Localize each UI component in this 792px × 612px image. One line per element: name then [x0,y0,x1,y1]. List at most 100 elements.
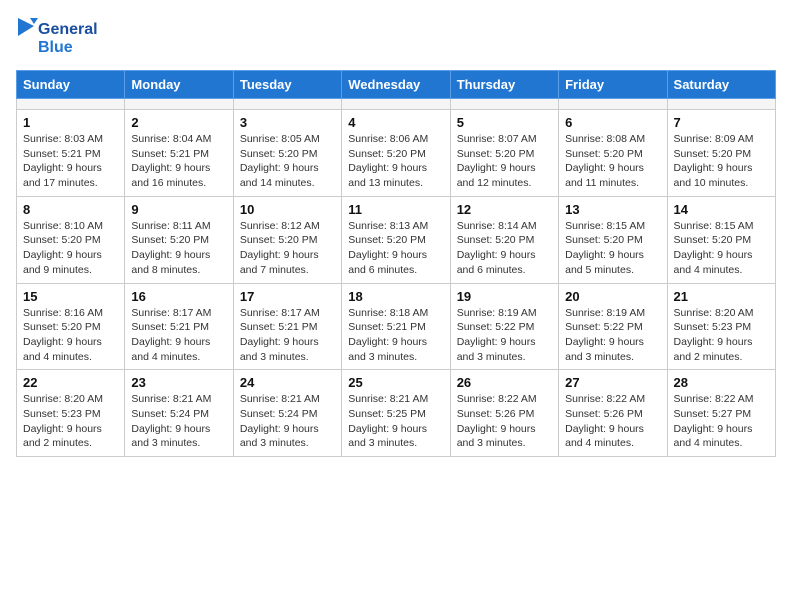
day-info: Sunrise: 8:13 AMSunset: 5:20 PMDaylight:… [348,219,443,278]
dow-header: Wednesday [342,71,450,99]
day-info: Sunrise: 8:12 AMSunset: 5:20 PMDaylight:… [240,219,335,278]
calendar-cell: 27Sunrise: 8:22 AMSunset: 5:26 PMDayligh… [559,370,667,457]
day-number: 6 [565,115,660,130]
day-info: Sunrise: 8:15 AMSunset: 5:20 PMDaylight:… [674,219,769,278]
day-number: 7 [674,115,769,130]
calendar-cell: 6 Sunrise: 8:08 AMSunset: 5:20 PMDaylight… [559,110,667,197]
day-info: Sunrise: 8:11 AMSunset: 5:20 PMDaylight:… [131,219,226,278]
day-number: 8 [23,202,118,217]
day-number: 11 [348,202,443,217]
calendar-cell: 7 Sunrise: 8:09 AMSunset: 5:20 PMDaylight… [667,110,775,197]
logo-svg: GeneralBlue [16,16,106,58]
day-info: Sunrise: 8:21 AMSunset: 5:24 PMDaylight:… [131,392,226,451]
calendar-cell: 5Sunrise: 8:07 AMSunset: 5:20 PMDaylight… [450,110,558,197]
day-info: Sunrise: 8:06 AMSunset: 5:20 PMDaylight:… [348,132,443,191]
page-header: GeneralBlue [16,16,776,58]
calendar-cell: 11 Sunrise: 8:13 AMSunset: 5:20 PMDayligh… [342,196,450,283]
calendar-cell: 25Sunrise: 8:21 AMSunset: 5:25 PMDayligh… [342,370,450,457]
calendar-cell: 2 Sunrise: 8:04 AMSunset: 5:21 PMDaylight… [125,110,233,197]
day-number: 22 [23,375,118,390]
day-info: Sunrise: 8:22 AMSunset: 5:26 PMDaylight:… [457,392,552,451]
calendar-week-row: 8 Sunrise: 8:10 AMSunset: 5:20 PMDaylight… [17,196,776,283]
day-number: 14 [674,202,769,217]
calendar-cell [667,99,775,110]
day-info: Sunrise: 8:08 AMSunset: 5:20 PMDaylight:… [565,132,660,191]
calendar-cell: 12 Sunrise: 8:14 AMSunset: 5:20 PMDayligh… [450,196,558,283]
day-info: Sunrise: 8:20 AMSunset: 5:23 PMDaylight:… [23,392,118,451]
day-info: Sunrise: 8:18 AMSunset: 5:21 PMDaylight:… [348,306,443,365]
day-number: 26 [457,375,552,390]
day-number: 1 [23,115,118,130]
day-number: 3 [240,115,335,130]
calendar-cell: 24 Sunrise: 8:21 AMSunset: 5:24 PMDayligh… [233,370,341,457]
day-of-week-row: SundayMondayTuesdayWednesdayThursdayFrid… [17,71,776,99]
calendar-cell: 9 Sunrise: 8:11 AMSunset: 5:20 PMDaylight… [125,196,233,283]
day-info: Sunrise: 8:19 AMSunset: 5:22 PMDaylight:… [457,306,552,365]
day-info: Sunrise: 8:07 AMSunset: 5:20 PMDaylight:… [457,132,552,191]
day-info: Sunrise: 8:17 AMSunset: 5:21 PMDaylight:… [240,306,335,365]
svg-text:General: General [38,21,98,38]
day-info: Sunrise: 8:22 AMSunset: 5:27 PMDaylight:… [674,392,769,451]
day-info: Sunrise: 8:09 AMSunset: 5:20 PMDaylight:… [674,132,769,191]
day-info: Sunrise: 8:21 AMSunset: 5:24 PMDaylight:… [240,392,335,451]
day-number: 27 [565,375,660,390]
calendar-cell: 21 Sunrise: 8:20 AMSunset: 5:23 PMDayligh… [667,283,775,370]
day-number: 10 [240,202,335,217]
calendar-cell [559,99,667,110]
dow-header: Thursday [450,71,558,99]
day-number: 2 [131,115,226,130]
dow-header: Sunday [17,71,125,99]
calendar-cell [125,99,233,110]
calendar-cell: 15Sunrise: 8:16 AMSunset: 5:20 PMDayligh… [17,283,125,370]
calendar-cell: 8 Sunrise: 8:10 AMSunset: 5:20 PMDaylight… [17,196,125,283]
calendar-cell: 19 Sunrise: 8:19 AMSunset: 5:22 PMDayligh… [450,283,558,370]
dow-header: Friday [559,71,667,99]
dow-header: Monday [125,71,233,99]
calendar-cell: 3Sunrise: 8:05 AMSunset: 5:20 PMDaylight… [233,110,341,197]
day-number: 16 [131,289,226,304]
calendar-cell: 1 Sunrise: 8:03 AMSunset: 5:21 PMDaylight… [17,110,125,197]
calendar-week-row [17,99,776,110]
day-info: Sunrise: 8:19 AMSunset: 5:22 PMDaylight:… [565,306,660,365]
day-info: Sunrise: 8:16 AMSunset: 5:20 PMDaylight:… [23,306,118,365]
day-number: 21 [674,289,769,304]
svg-text:Blue: Blue [38,39,73,56]
calendar-cell: 23 Sunrise: 8:21 AMSunset: 5:24 PMDayligh… [125,370,233,457]
calendar-cell: 13Sunrise: 8:15 AMSunset: 5:20 PMDayligh… [559,196,667,283]
calendar-week-row: 22 Sunrise: 8:20 AMSunset: 5:23 PMDayligh… [17,370,776,457]
calendar-cell: 17Sunrise: 8:17 AMSunset: 5:21 PMDayligh… [233,283,341,370]
calendar-cell [17,99,125,110]
day-info: Sunrise: 8:03 AMSunset: 5:21 PMDaylight:… [23,132,118,191]
calendar-cell: 14 Sunrise: 8:15 AMSunset: 5:20 PMDayligh… [667,196,775,283]
calendar-cell [450,99,558,110]
calendar-body: 1 Sunrise: 8:03 AMSunset: 5:21 PMDaylight… [17,99,776,457]
day-number: 24 [240,375,335,390]
calendar-cell: 18 Sunrise: 8:18 AMSunset: 5:21 PMDayligh… [342,283,450,370]
day-number: 9 [131,202,226,217]
day-number: 4 [348,115,443,130]
day-info: Sunrise: 8:21 AMSunset: 5:25 PMDaylight:… [348,392,443,451]
day-number: 12 [457,202,552,217]
calendar-week-row: 1 Sunrise: 8:03 AMSunset: 5:21 PMDaylight… [17,110,776,197]
calendar-table: SundayMondayTuesdayWednesdayThursdayFrid… [16,70,776,457]
day-info: Sunrise: 8:14 AMSunset: 5:20 PMDaylight:… [457,219,552,278]
day-info: Sunrise: 8:17 AMSunset: 5:21 PMDaylight:… [131,306,226,365]
calendar-cell: 28Sunrise: 8:22 AMSunset: 5:27 PMDayligh… [667,370,775,457]
day-info: Sunrise: 8:04 AMSunset: 5:21 PMDaylight:… [131,132,226,191]
dow-header: Saturday [667,71,775,99]
calendar-cell: 16 Sunrise: 8:17 AMSunset: 5:21 PMDayligh… [125,283,233,370]
day-number: 23 [131,375,226,390]
day-number: 19 [457,289,552,304]
calendar-cell [342,99,450,110]
logo: GeneralBlue [16,16,106,58]
calendar-cell: 10 Sunrise: 8:12 AMSunset: 5:20 PMDayligh… [233,196,341,283]
calendar-cell: 22 Sunrise: 8:20 AMSunset: 5:23 PMDayligh… [17,370,125,457]
calendar-cell [233,99,341,110]
day-number: 13 [565,202,660,217]
calendar-cell: 20Sunrise: 8:19 AMSunset: 5:22 PMDayligh… [559,283,667,370]
day-info: Sunrise: 8:20 AMSunset: 5:23 PMDaylight:… [674,306,769,365]
day-number: 18 [348,289,443,304]
day-info: Sunrise: 8:10 AMSunset: 5:20 PMDaylight:… [23,219,118,278]
calendar-cell: 26 Sunrise: 8:22 AMSunset: 5:26 PMDayligh… [450,370,558,457]
dow-header: Tuesday [233,71,341,99]
